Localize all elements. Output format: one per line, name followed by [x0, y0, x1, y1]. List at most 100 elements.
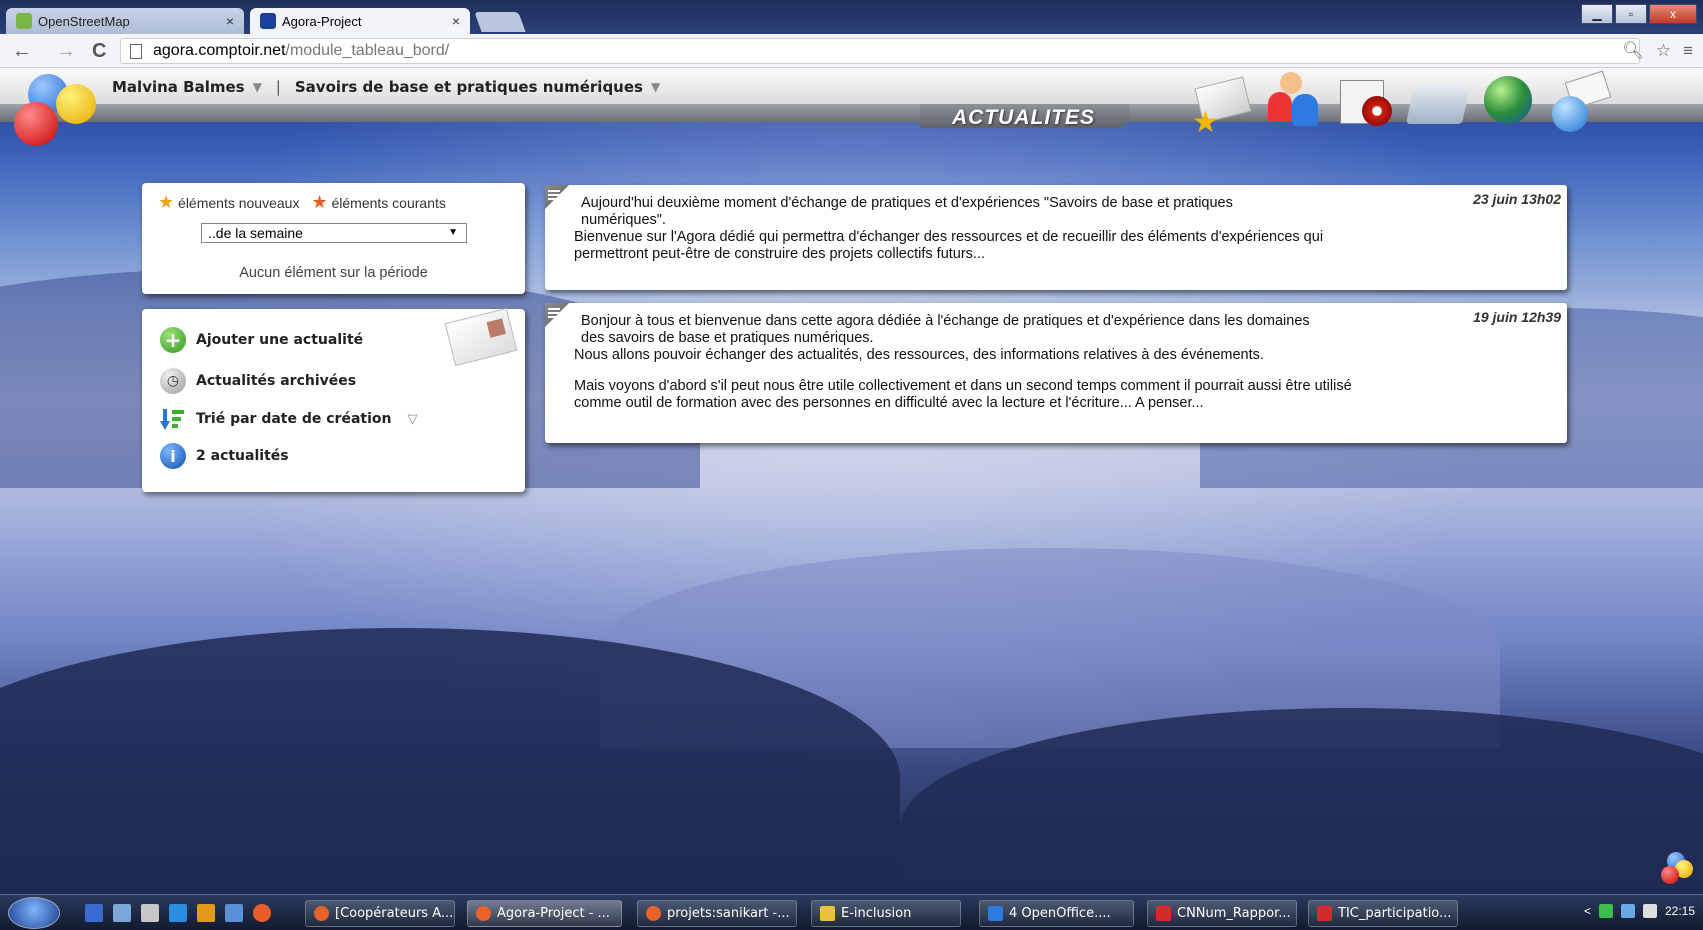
news-icon[interactable]: ★	[1192, 72, 1252, 138]
network-icon[interactable]	[1620, 904, 1635, 918]
news-body: Bonjour à tous et bienvenue dans cette a…	[574, 313, 1474, 412]
logo-red-ball	[14, 102, 58, 146]
logo-yellow-ball	[56, 84, 96, 124]
info-icon: i	[160, 443, 186, 469]
windows-taskbar: [Coopérateurs A... Agora-Project - ... p…	[0, 894, 1703, 930]
current-star-icon: ★	[311, 192, 328, 212]
news-line: Nous allons pouvoir échanger des actuali…	[574, 347, 1264, 363]
agora-logo-small-icon[interactable]	[1659, 852, 1693, 886]
news-date: 19 juin 12h39	[1473, 309, 1561, 325]
browser-titlebar: OpenStreetMap × Agora-Project × ▁ ▫ x	[0, 0, 1703, 34]
news-line: Bonjour à tous et bienvenue dans cette a…	[581, 313, 1310, 329]
tab-agora-project[interactable]: Agora-Project ×	[250, 8, 470, 34]
back-button[interactable]: ←	[12, 40, 32, 62]
mail-icon[interactable]	[1552, 70, 1612, 132]
taskbar-item-label: CNNum_Rappor...	[1177, 906, 1291, 921]
taskbar-item[interactable]: [Coopérateurs A...	[305, 900, 455, 927]
bookmark-star-icon[interactable]: ☆	[1656, 41, 1671, 61]
tab-close-icon[interactable]: ×	[226, 13, 234, 29]
legend-new: éléments nouveaux	[178, 195, 300, 211]
url-path: /module_tableau_bord/	[285, 42, 450, 59]
system-tray: < 22:15	[1584, 904, 1695, 918]
volume-icon[interactable]	[1642, 904, 1657, 918]
folder-icon[interactable]	[1405, 72, 1471, 132]
tray-expand-icon[interactable]: <	[1584, 904, 1591, 918]
maximize-button[interactable]: ▫	[1615, 4, 1647, 24]
openstreetmap-favicon-icon	[16, 13, 32, 29]
alarm-clock-icon: ◷	[160, 368, 186, 394]
forward-button[interactable]: →	[56, 40, 76, 62]
user-chevron-down-icon[interactable]: ▼	[253, 80, 262, 94]
user-menu: Malvina Balmes ▼ | Savoirs de base et pr…	[112, 78, 660, 96]
globe-icon[interactable]	[1480, 72, 1540, 132]
tab-close-icon[interactable]: ×	[452, 13, 460, 29]
taskbar-item-label: E-inclusion	[841, 906, 912, 921]
select-arrow-icon: ▼	[448, 227, 458, 238]
ie-icon[interactable]	[169, 904, 187, 922]
legend: ★ éléments nouveaux ★ éléments courants	[158, 192, 446, 212]
news-item[interactable]: 23 juin 13h02 Aujourd'hui deuxième momen…	[545, 185, 1567, 290]
news-body: Aujourd'hui deuxième moment d'échange de…	[574, 195, 1474, 263]
archived-news-link[interactable]: ◷ Actualités archivées	[160, 368, 356, 394]
toolbar-right: 🔍︎ ☆ ≡	[1622, 41, 1693, 61]
news-line: Bienvenue sur l'Agora dédié qui permettr…	[574, 229, 1324, 245]
clock[interactable]: 22:15	[1665, 904, 1695, 918]
archived-news-label: Actualités archivées	[196, 373, 357, 389]
taskbar-item[interactable]: Agora-Project - ...	[467, 900, 622, 927]
agora-logo[interactable]	[14, 74, 114, 154]
folder-icon	[820, 906, 835, 921]
sort-icon	[160, 406, 186, 432]
taskbar-item[interactable]: projets:sanikart -...	[637, 900, 797, 927]
news-date: 23 juin 13h02	[1473, 191, 1561, 207]
news-item-icon	[545, 303, 569, 327]
user-name-link[interactable]: Malvina Balmes	[112, 78, 245, 96]
sort-menu[interactable]: Trié par date de création ▽	[160, 406, 417, 432]
taskbar-item-label: projets:sanikart -...	[667, 906, 790, 921]
add-news-button[interactable]: + Ajouter une actualité	[160, 327, 363, 353]
news-item-icon	[545, 185, 569, 209]
quicklaunch-app-icon[interactable]	[113, 904, 131, 922]
module-icons: ★	[1192, 70, 1612, 138]
news-line: Aujourd'hui deuxième moment d'échange de…	[581, 195, 1233, 211]
zoom-icon[interactable]: 🔍︎	[1622, 41, 1644, 61]
agora-favicon-icon	[260, 13, 276, 29]
taskbar-item-label: [Coopérateurs A...	[335, 906, 454, 921]
chrome-icon[interactable]	[253, 904, 271, 922]
news-line: Mais voyons d'abord s'il peut nous être …	[574, 378, 1352, 394]
header-separator: |	[275, 78, 281, 96]
quicklaunch-app-icon[interactable]	[225, 904, 243, 922]
tab-openstreetmap[interactable]: OpenStreetMap ×	[6, 8, 244, 34]
new-tab-button[interactable]	[474, 12, 526, 32]
news-line: des savoirs de base et pratiques numériq…	[581, 330, 874, 346]
pdf-icon	[1317, 906, 1332, 921]
close-window-button[interactable]: x	[1649, 4, 1697, 24]
calendar-icon[interactable]	[1336, 72, 1396, 132]
news-item[interactable]: 19 juin 12h39 Bonjour à tous et bienvenu…	[545, 303, 1567, 443]
pdf-icon	[1156, 906, 1171, 921]
quicklaunch-app-icon[interactable]	[141, 904, 159, 922]
tab-label: OpenStreetMap	[38, 13, 130, 29]
space-chevron-down-icon[interactable]: ▼	[651, 80, 660, 94]
sort-label: Trié par date de création	[196, 411, 392, 427]
news-count: i 2 actualités	[160, 443, 289, 469]
media-icon[interactable]	[197, 904, 215, 922]
menu-icon[interactable]: ≡	[1683, 41, 1693, 61]
reload-button[interactable]: C	[92, 40, 106, 62]
module-title: ACTUALITES	[952, 106, 1095, 129]
taskbar-item[interactable]: TIC_participatio...	[1308, 900, 1458, 927]
period-select[interactable]: ..de la semaine ▼	[201, 223, 467, 243]
empty-period-message: Aucun élément sur la période	[239, 265, 428, 281]
quicklaunch-app-icon[interactable]	[85, 904, 103, 922]
taskbar-item[interactable]: CNNum_Rappor...	[1147, 900, 1297, 927]
address-bar[interactable]: agora.comptoir.net/module_tableau_bord/	[120, 38, 1640, 64]
taskbar-item[interactable]: E-inclusion	[811, 900, 961, 927]
space-name-link[interactable]: Savoirs de base et pratiques numériques	[295, 78, 643, 96]
taskbar-item[interactable]: 4 OpenOffice....	[979, 900, 1134, 927]
start-button[interactable]	[8, 897, 60, 929]
sort-dropdown-icon[interactable]: ▽	[407, 412, 417, 427]
tray-app-icon[interactable]	[1598, 904, 1613, 918]
period-select-value: ..de la semaine	[208, 225, 303, 241]
minimize-button[interactable]: ▁	[1581, 4, 1613, 24]
browser-toolbar: ← → C agora.comptoir.net/module_tableau_…	[0, 34, 1703, 68]
users-icon[interactable]	[1264, 72, 1324, 132]
